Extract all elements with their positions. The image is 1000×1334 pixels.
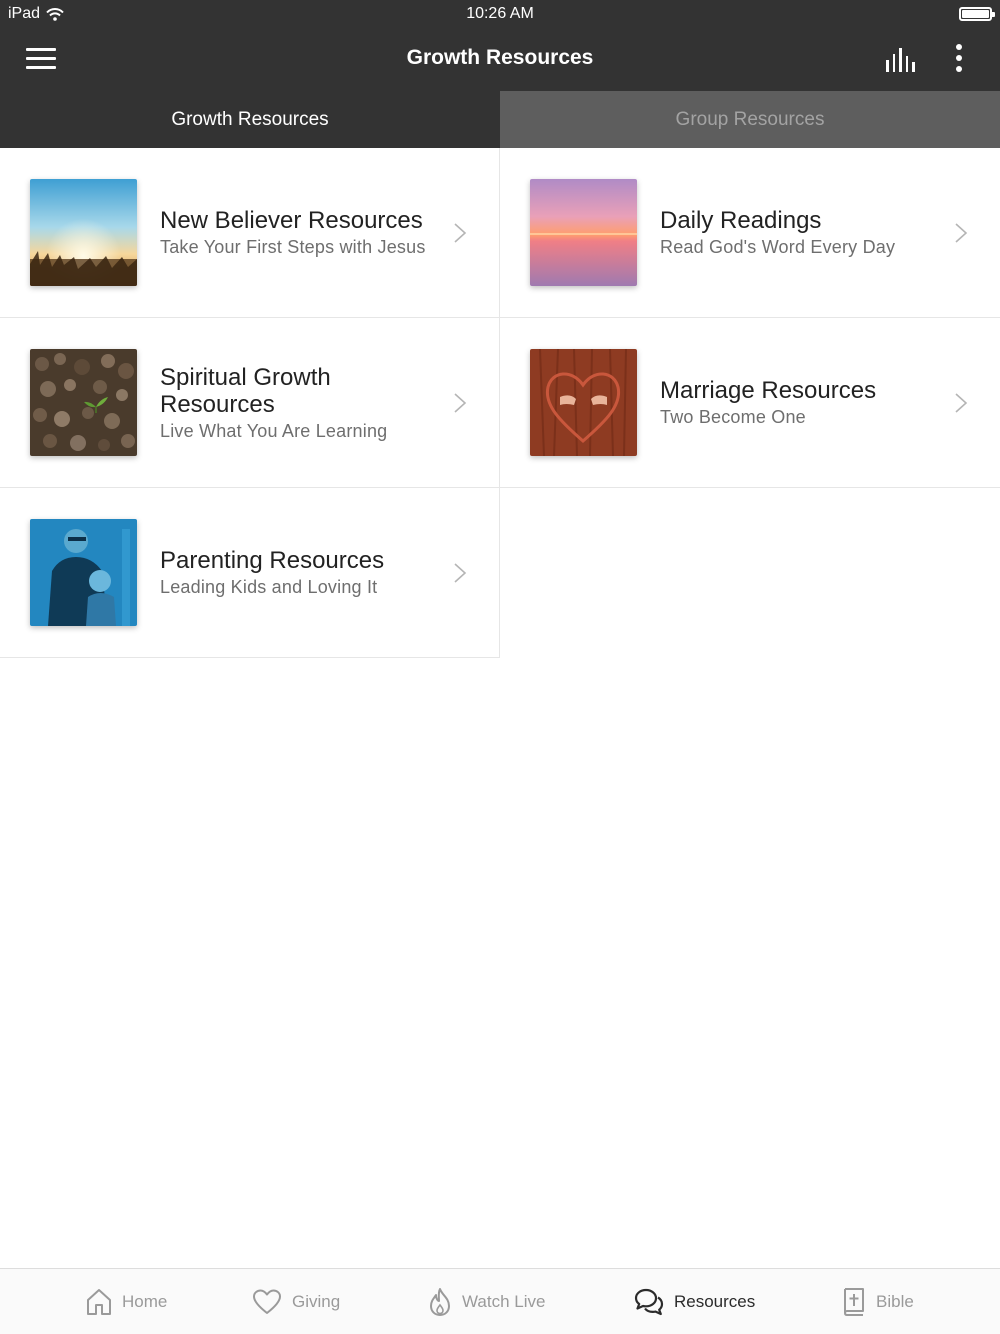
chevron-right-icon [454,393,467,413]
chevron-right-icon [955,223,968,243]
tab-bar-label: Home [122,1292,168,1311]
flame-icon [430,1288,450,1316]
resource-title: New Believer Resources [160,207,423,234]
resource-subtitle: Take Your First Steps with Jesus [160,237,426,257]
tab-bar-bible[interactable]: Bible [842,1269,914,1334]
resource-subtitle: Read God's Word Every Day [660,237,896,257]
resource-thumbnail [30,349,137,456]
resource-thumbnail [30,179,137,286]
resource-card-new-believer[interactable]: New Believer Resources Take Your First S… [0,148,500,318]
resource-card-marriage[interactable]: Marriage Resources Two Become One [500,318,1000,488]
tab-bar-label: Giving [292,1292,341,1311]
chevron-right-icon [454,563,467,583]
bible-icon [844,1288,864,1316]
resource-subtitle: Two Become One [660,407,806,427]
chevron-right-icon [955,393,968,413]
bottom-tab-bar: Home Giving Watch Live Resources Bible [0,1268,1000,1334]
chevron-right-icon [454,223,467,243]
chat-bubbles-icon [634,1288,664,1316]
resource-text: Parenting Resources Leading Kids and Lov… [160,488,439,657]
tab-bar-home[interactable]: Home [86,1269,167,1334]
tab-group-resources[interactable]: Group Resources [500,91,1000,148]
sunrise-field-photo [30,179,137,286]
tab-bar-label: Bible [876,1292,914,1311]
tab-bar-label: Resources [674,1292,756,1311]
resource-title: Daily Readings [660,207,822,234]
home-icon [87,1289,111,1315]
resource-title: Parenting Resources [160,547,385,574]
resource-tabs: Growth Resources Group Resources [0,91,1000,148]
resource-subtitle: Leading Kids and Loving It [160,577,378,597]
resource-card-parenting[interactable]: Parenting Resources Leading Kids and Lov… [0,488,500,658]
heart-icon [253,1289,281,1314]
seedling-soil-photo [30,349,137,456]
tab-bar-resources[interactable]: Resources [634,1269,755,1334]
tab-bar-label: Watch Live [462,1292,546,1311]
resource-text: New Believer Resources Take Your First S… [160,148,439,317]
resource-subtitle: Live What You Are Learning [160,420,388,441]
battery-icon [959,7,995,21]
tab-bar-giving[interactable]: Giving [252,1269,340,1334]
resource-text: Spiritual Growth Resources Live What You… [160,318,439,487]
resource-card-spiritual-growth[interactable]: Spiritual Growth Resources Live What You… [0,318,500,488]
tab-growth-resources[interactable]: Growth Resources [0,91,500,148]
audio-bars-icon[interactable] [886,46,918,72]
resource-thumbnail [530,179,637,286]
resource-text: Daily Readings Read God's Word Every Day [660,148,940,317]
resource-thumbnail [530,349,637,456]
heart-on-tree-photo [530,349,637,456]
nav-bar: Growth Resources [0,28,1000,91]
resource-title: Spiritual Growth Resources [160,363,331,418]
page-title: Growth Resources [406,46,594,69]
more-options-icon[interactable] [950,44,968,74]
resource-thumbnail [30,519,137,626]
resource-card-daily-readings[interactable]: Daily Readings Read God's Word Every Day [500,148,1000,318]
status-bar: iPad 10:26 AM [0,0,1000,28]
father-and-child-photo [30,519,137,626]
resource-text: Marriage Resources Two Become One [660,318,940,487]
sunset-sea-photo [530,179,637,286]
resource-title: Marriage Resources [660,377,877,404]
tab-bar-watch-live[interactable]: Watch Live [428,1269,545,1334]
status-time: 10:26 AM [466,5,534,22]
